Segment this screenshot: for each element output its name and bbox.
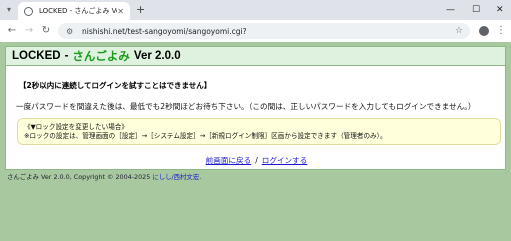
tab-title: LOCKED - さんごよみ Ver 2.0.0	[39, 7, 117, 15]
close-window-icon[interactable]: ✕	[496, 3, 504, 17]
footer-end: .	[199, 173, 202, 181]
link-separator: /	[255, 156, 258, 165]
minimize-icon[interactable]: —	[446, 3, 455, 17]
site-info-icon[interactable]: ⚙	[66, 27, 76, 36]
maximize-icon[interactable]: ☐	[472, 3, 480, 17]
nav-links: 前画面に戻る / ログインする	[6, 155, 507, 166]
tab-strip: ▾ LOCKED - さんごよみ Ver 2.0.0 ✕ + — ☐ ✕	[0, 0, 511, 20]
back-icon[interactable]: ←	[5, 24, 19, 38]
back-link[interactable]: 前画面に戻る	[206, 156, 252, 165]
close-tab-icon[interactable]: ✕	[117, 7, 124, 16]
title-app-name: さんごよみ	[72, 51, 130, 63]
profile-avatar-icon[interactable]	[479, 26, 489, 36]
lock-panel: LOCKED - さんごよみ Ver 2.0.0 【2秒以内に連続してログインを…	[5, 46, 506, 170]
forward-icon[interactable]: →	[22, 24, 36, 38]
browser-tab[interactable]: LOCKED - さんごよみ Ver 2.0.0 ✕	[18, 2, 130, 20]
more-menu-icon[interactable]: ⋮	[496, 24, 506, 38]
globe-icon	[24, 6, 33, 16]
bookmark-star-icon[interactable]: ☆	[455, 26, 463, 36]
address-bar[interactable]: ⚙ nishishi.net/test-sangoyomi/sangoyomi.…	[58, 23, 470, 39]
page-body: LOCKED - さんごよみ Ver 2.0.0 【2秒以内に連続してログインを…	[0, 42, 511, 241]
note-body: ※ロックの設定は、管理画面の［設定］→［システム設定］→［新規ログイン制限］区画…	[24, 132, 387, 140]
new-tab-icon[interactable]: +	[136, 3, 145, 17]
title-locked: LOCKED	[12, 50, 61, 62]
title-version: Ver 2.0.0	[133, 50, 181, 62]
warning-title: 【2秒以内に連続してログインを試すことはできません】	[19, 81, 212, 90]
login-link[interactable]: ログインする	[262, 156, 308, 165]
title-separator: -	[64, 50, 69, 62]
page-title: LOCKED - さんごよみ Ver 2.0.0	[6, 47, 505, 66]
footer-text: さんごよみ Ver 2.0.0, Copyright © 2004-2025	[7, 173, 153, 181]
footer-copyright: さんごよみ Ver 2.0.0, Copyright © 2004-2025 に…	[7, 172, 201, 181]
warning-body: 一度パスワードを間違えた後は、最低でも2秒間ほどお待ち下さい。（この間は、正しい…	[16, 102, 476, 111]
lock-settings-note: 《▼ロック設定を変更したい場合》 ※ロックの設定は、管理画面の［設定］→［システ…	[17, 118, 501, 145]
browser-toolbar: ← → ↻ ⚙ nishishi.net/test-sangoyomi/sang…	[0, 20, 511, 42]
author-link[interactable]: にしし/西村文宏	[152, 173, 199, 181]
tab-search-icon[interactable]: ▾	[4, 4, 14, 16]
reload-icon[interactable]: ↻	[39, 24, 53, 38]
note-title: 《▼ロック設定を変更したい場合》	[24, 123, 128, 131]
url-text[interactable]: nishishi.net/test-sangoyomi/sangoyomi.cg…	[82, 27, 455, 36]
